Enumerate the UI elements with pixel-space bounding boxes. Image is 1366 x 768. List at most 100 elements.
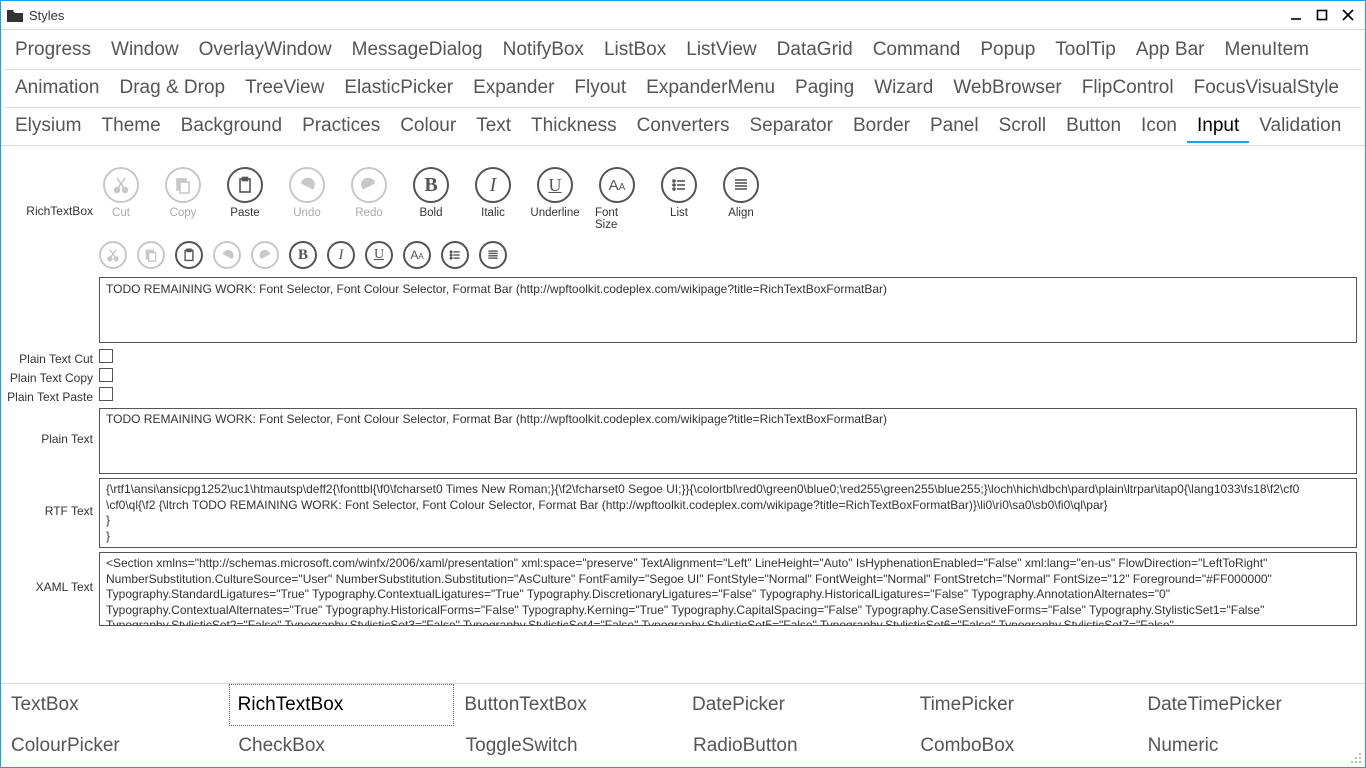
tab-validation[interactable]: Validation xyxy=(1249,110,1351,143)
tab-thickness[interactable]: Thickness xyxy=(521,110,627,143)
paste-button[interactable]: Paste xyxy=(223,167,267,231)
footer-tab-radiobutton[interactable]: RadioButton xyxy=(683,726,910,768)
footer-tab-numeric[interactable]: Numeric xyxy=(1138,726,1365,768)
tab-practices[interactable]: Practices xyxy=(292,110,390,143)
tab-scroll[interactable]: Scroll xyxy=(989,110,1057,143)
redo-button[interactable]: Redo xyxy=(347,167,391,231)
close-button[interactable] xyxy=(1341,8,1355,22)
paste-button-sm[interactable] xyxy=(175,241,203,269)
xamltext-box[interactable]: <Section xmlns="http://schemas.microsoft… xyxy=(99,552,1357,626)
tab-listview[interactable]: ListView xyxy=(676,34,766,67)
label-rtftext: RTF Text xyxy=(5,478,99,518)
app-folder-icon xyxy=(7,8,23,22)
tab-icon[interactable]: Icon xyxy=(1131,110,1187,143)
tab-paging[interactable]: Paging xyxy=(785,72,864,105)
footer-tab-toggleswitch[interactable]: ToggleSwitch xyxy=(456,726,683,768)
redo-button-sm[interactable] xyxy=(251,241,279,269)
plaincut-checkbox[interactable] xyxy=(99,349,113,363)
footer-tab-timepicker[interactable]: TimePicker xyxy=(910,684,1138,726)
italic-button-sm[interactable]: I xyxy=(327,241,355,269)
tab-command[interactable]: Command xyxy=(863,34,971,67)
tab-tooltip[interactable]: ToolTip xyxy=(1045,34,1126,67)
tab-background[interactable]: Background xyxy=(171,110,292,143)
plaintext-box[interactable]: TODO REMAINING WORK: Font Selector, Font… xyxy=(99,408,1357,474)
minimize-button[interactable] xyxy=(1289,8,1303,22)
tab-panel[interactable]: Panel xyxy=(920,110,989,143)
content-area: RichTextBox Cut Copy Paste Undo Redo BBo… xyxy=(1,161,1365,681)
align-button[interactable]: Align xyxy=(719,167,763,231)
tab-expander[interactable]: Expander xyxy=(463,72,564,105)
label-richtextbox: RichTextBox xyxy=(5,178,99,218)
richtextbox-editor[interactable]: TODO REMAINING WORK: Font Selector, Font… xyxy=(99,277,1357,343)
tab-animation[interactable]: Animation xyxy=(5,72,110,105)
rich-toolbar: Cut Copy Paste Undo Redo BBold IItalic U… xyxy=(99,165,1357,231)
rtftext-box[interactable]: {\rtf1\ansi\ansicpg1252\uc1\htmautsp\def… xyxy=(99,478,1357,548)
label-plaincut: Plain Text Cut xyxy=(5,350,99,366)
tab-wizard[interactable]: Wizard xyxy=(864,72,943,105)
fontsize-button[interactable]: AAFont Size xyxy=(595,167,639,231)
tab-converters[interactable]: Converters xyxy=(627,110,740,143)
footer-tab-buttontextbox[interactable]: ButtonTextBox xyxy=(454,684,682,726)
titlebar: Styles xyxy=(1,1,1365,29)
tab-overlaywindow[interactable]: OverlayWindow xyxy=(189,34,342,67)
cut-icon xyxy=(103,167,139,203)
copy-button[interactable]: Copy xyxy=(161,167,205,231)
footer-tab-checkbox[interactable]: CheckBox xyxy=(228,726,455,768)
tab-border[interactable]: Border xyxy=(843,110,920,143)
footer-tabs: TextBoxRichTextBoxButtonTextBoxDatePicke… xyxy=(1,683,1365,767)
tab-progress[interactable]: Progress xyxy=(5,34,101,67)
label-plaintext: Plain Text xyxy=(5,408,99,446)
footer-tab-datepicker[interactable]: DatePicker xyxy=(682,684,910,726)
copy-icon xyxy=(165,167,201,203)
footer-tab-datetimepicker[interactable]: DateTimePicker xyxy=(1137,684,1365,726)
tab-theme[interactable]: Theme xyxy=(92,110,171,143)
bold-button[interactable]: BBold xyxy=(409,167,453,231)
tab-elasticpicker[interactable]: ElasticPicker xyxy=(334,72,463,105)
underline-button-sm[interactable]: U xyxy=(365,241,393,269)
resize-grip-icon[interactable] xyxy=(1351,753,1363,765)
footer-tab-combobox[interactable]: ComboBox xyxy=(910,726,1137,768)
italic-button[interactable]: IItalic xyxy=(471,167,515,231)
fontsize-button-sm[interactable]: AA xyxy=(403,241,431,269)
tab-notifybox[interactable]: NotifyBox xyxy=(493,34,594,67)
cut-button[interactable]: Cut xyxy=(99,167,143,231)
underline-button[interactable]: UUnderline xyxy=(533,167,577,231)
tab-menuitem[interactable]: MenuItem xyxy=(1215,34,1319,67)
tab-webbrowser[interactable]: WebBrowser xyxy=(943,72,1071,105)
list-button[interactable]: List xyxy=(657,167,701,231)
fontsize-icon: AA xyxy=(599,167,635,203)
bold-icon: B xyxy=(413,167,449,203)
tab-popup[interactable]: Popup xyxy=(970,34,1045,67)
tab-messagedialog[interactable]: MessageDialog xyxy=(342,34,493,67)
tab-datagrid[interactable]: DataGrid xyxy=(767,34,863,67)
tab-drag-drop[interactable]: Drag & Drop xyxy=(110,72,236,105)
maximize-button[interactable] xyxy=(1315,8,1329,22)
tab-input[interactable]: Input xyxy=(1187,110,1249,143)
list-button-sm[interactable] xyxy=(441,241,469,269)
list-icon xyxy=(661,167,697,203)
tab-elysium[interactable]: Elysium xyxy=(5,110,92,143)
plainpaste-checkbox[interactable] xyxy=(99,387,113,401)
tab-button[interactable]: Button xyxy=(1056,110,1131,143)
copy-button-sm[interactable] xyxy=(137,241,165,269)
footer-tab-colourpicker[interactable]: ColourPicker xyxy=(1,726,228,768)
tab-focusvisualstyle[interactable]: FocusVisualStyle xyxy=(1184,72,1349,105)
tab-flipcontrol[interactable]: FlipControl xyxy=(1072,72,1184,105)
tab-colour[interactable]: Colour xyxy=(390,110,466,143)
cut-button-sm[interactable] xyxy=(99,241,127,269)
tab-listbox[interactable]: ListBox xyxy=(594,34,676,67)
tab-separator[interactable]: Separator xyxy=(740,110,843,143)
tab-flyout[interactable]: Flyout xyxy=(564,72,636,105)
bold-button-sm[interactable]: B xyxy=(289,241,317,269)
tab-window[interactable]: Window xyxy=(101,34,189,67)
tab-text[interactable]: Text xyxy=(466,110,521,143)
tab-treeview[interactable]: TreeView xyxy=(235,72,334,105)
tab-app-bar[interactable]: App Bar xyxy=(1126,34,1215,67)
undo-button[interactable]: Undo xyxy=(285,167,329,231)
align-button-sm[interactable] xyxy=(479,241,507,269)
footer-tab-richtextbox[interactable]: RichTextBox xyxy=(229,684,455,726)
footer-tab-textbox[interactable]: TextBox xyxy=(1,684,229,726)
undo-button-sm[interactable] xyxy=(213,241,241,269)
plaincopy-checkbox[interactable] xyxy=(99,368,113,382)
tab-expandermenu[interactable]: ExpanderMenu xyxy=(636,72,785,105)
